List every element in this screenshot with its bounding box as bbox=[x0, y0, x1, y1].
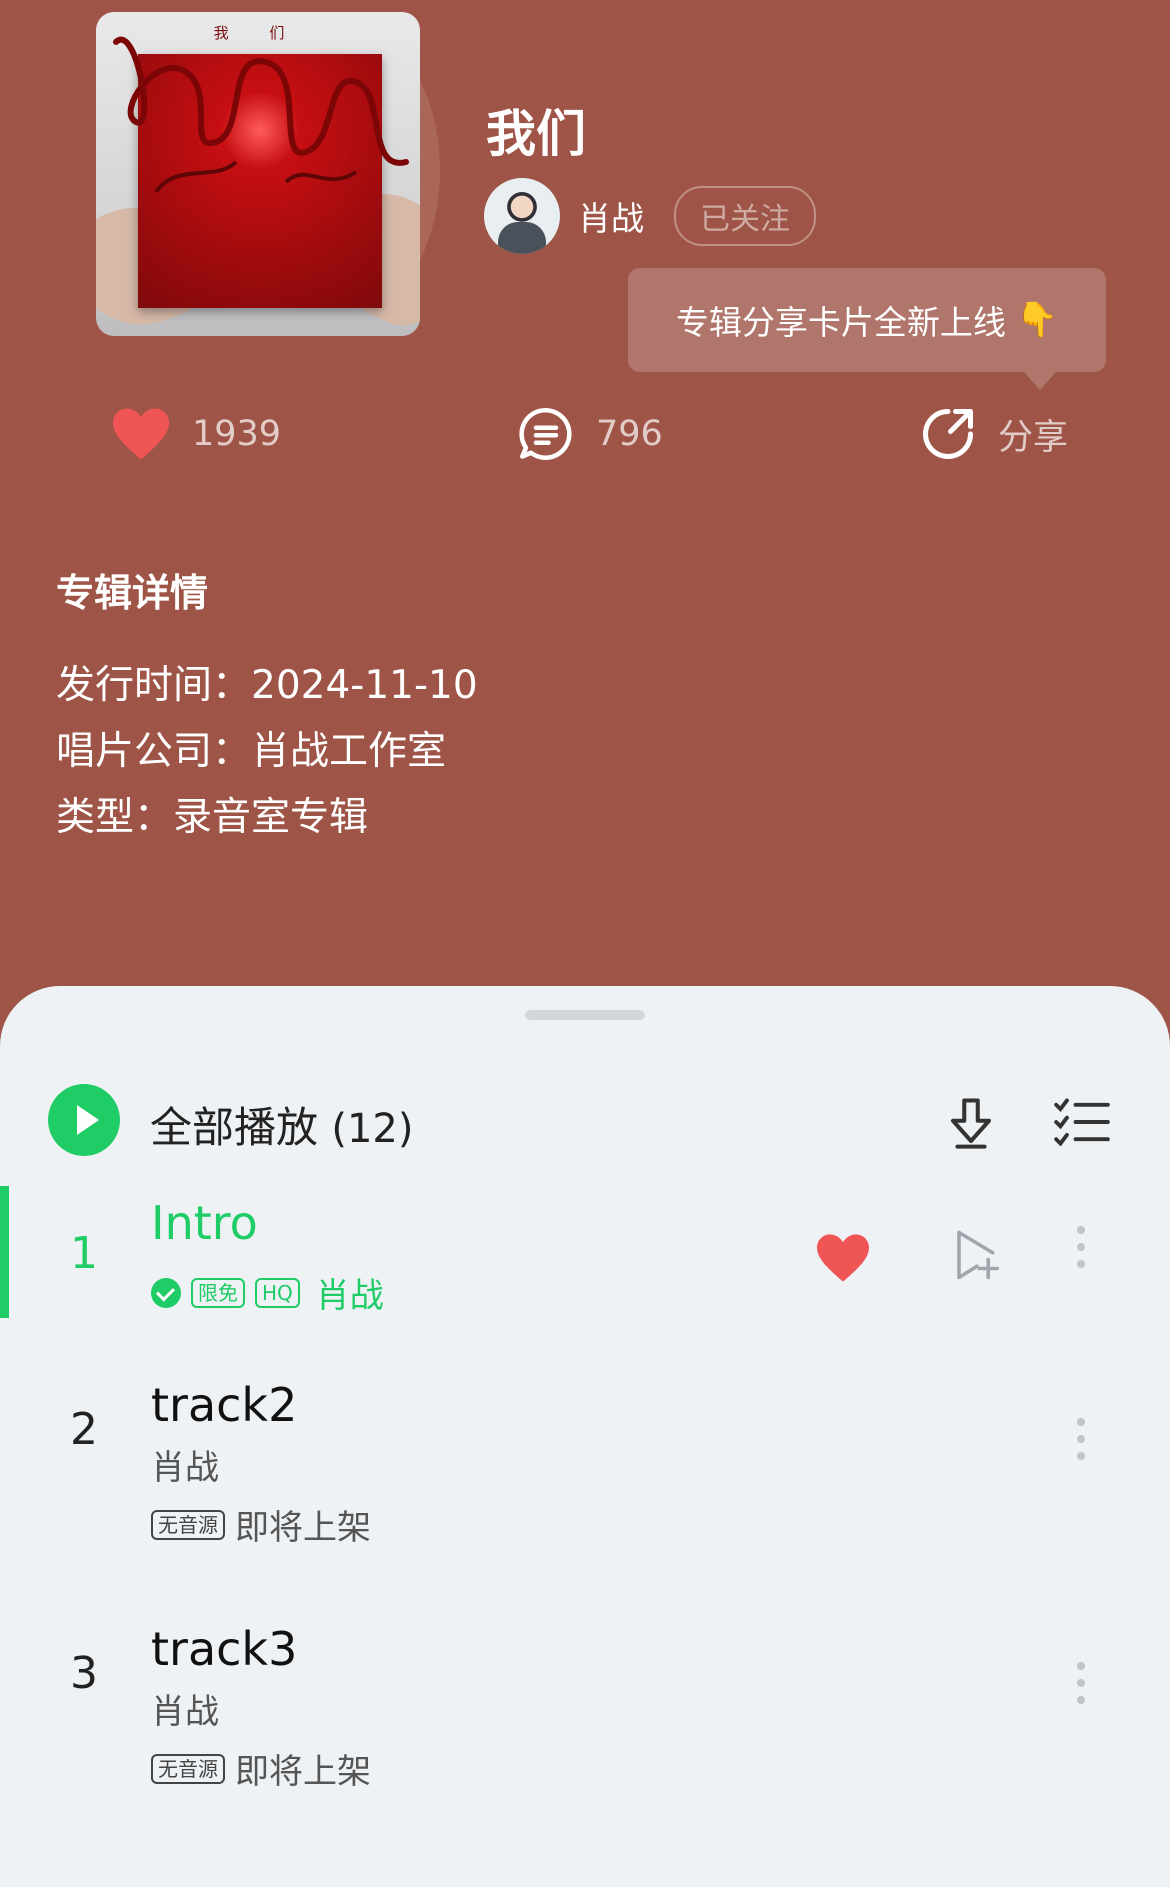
release-date: 发行时间：2024-11-10 bbox=[56, 663, 478, 708]
track-artist[interactable]: 肖战 bbox=[151, 1440, 219, 1489]
track-status: 即将上架 bbox=[235, 1508, 371, 1548]
share-label: 分享 bbox=[998, 417, 1069, 458]
track-row-3[interactable]: 3 track3 肖战 无音源 即将上架 bbox=[0, 1622, 1170, 1804]
album-stats: 1939 796 分享 bbox=[0, 396, 1170, 472]
comment-count: 796 bbox=[596, 414, 663, 454]
tracklist-sheet[interactable]: 全部播放 (12) 1 Intro 限免 HQ 肖战 2 track2 肖战 无… bbox=[0, 986, 1170, 1887]
more-options-icon[interactable] bbox=[1077, 1662, 1089, 1704]
play-all-button[interactable] bbox=[48, 1084, 120, 1156]
track-number: 1 bbox=[70, 1228, 98, 1279]
cover-title-text: 我 们 bbox=[213, 24, 303, 42]
follow-button[interactable]: 已关注 bbox=[674, 186, 816, 246]
album-details: 专辑详情 发行时间：2024-11-10 唱片公司：肖战工作室 类型：录音室专辑 bbox=[56, 562, 478, 851]
like-button[interactable]: 1939 bbox=[110, 396, 281, 472]
comment-icon bbox=[519, 407, 572, 460]
download-icon[interactable] bbox=[944, 1096, 998, 1150]
artist-row[interactable]: 肖战 已关注 bbox=[484, 178, 816, 254]
downloaded-check-icon bbox=[151, 1277, 181, 1308]
play-all-text: 全部播放 bbox=[150, 1103, 319, 1152]
multi-select-icon[interactable] bbox=[1054, 1098, 1110, 1146]
like-count: 1939 bbox=[192, 414, 282, 454]
tooltip-text: 专辑分享卡片全新上线 bbox=[675, 303, 1006, 342]
add-to-playlist-icon[interactable] bbox=[952, 1228, 1002, 1282]
comment-button[interactable]: 796 bbox=[516, 396, 663, 472]
track-row-1[interactable]: 1 Intro 限免 HQ 肖战 bbox=[0, 1186, 1170, 1318]
track-artist[interactable]: 肖战 bbox=[151, 1684, 219, 1733]
hq-tag: HQ bbox=[255, 1277, 300, 1308]
no-source-tag: 无音源 bbox=[151, 1509, 225, 1540]
track-count: (12) bbox=[331, 1106, 414, 1152]
share-icon bbox=[923, 409, 973, 459]
track-meta: 无音源 即将上架 bbox=[151, 1744, 371, 1793]
record-label: 唱片公司：肖战工作室 bbox=[56, 729, 447, 774]
track-title: track2 bbox=[151, 1378, 298, 1432]
track-row-2[interactable]: 2 track2 肖战 无音源 即将上架 bbox=[0, 1378, 1170, 1560]
heart-icon bbox=[113, 408, 169, 460]
share-card-tooltip[interactable]: 专辑分享卡片全新上线 👇 bbox=[628, 268, 1106, 390]
more-options-icon[interactable] bbox=[1077, 1418, 1089, 1460]
play-all-label[interactable]: 全部播放 (12) bbox=[150, 1094, 413, 1155]
album-type: 类型：录音室专辑 bbox=[56, 795, 369, 840]
cover-scribble bbox=[113, 36, 409, 194]
album-title: 我们 bbox=[486, 105, 586, 163]
track-artist[interactable]: 肖战 bbox=[316, 1268, 384, 1317]
more-options-icon[interactable] bbox=[1077, 1226, 1089, 1268]
liked-heart-icon[interactable] bbox=[814, 1232, 872, 1284]
track-title: track3 bbox=[151, 1622, 298, 1676]
track-number: 3 bbox=[70, 1648, 98, 1699]
track-number: 2 bbox=[70, 1404, 98, 1455]
sheet-drag-handle[interactable] bbox=[525, 1010, 645, 1020]
track-meta: 无音源 即将上架 bbox=[151, 1500, 371, 1549]
artist-name[interactable]: 肖战 bbox=[578, 192, 644, 240]
track-title: Intro bbox=[151, 1196, 258, 1250]
track-meta: 限免 HQ 肖战 bbox=[151, 1268, 384, 1317]
artist-avatar[interactable] bbox=[484, 178, 560, 254]
no-source-tag: 无音源 bbox=[151, 1753, 225, 1784]
album-header: 我 们 我们 肖战 已关注 专辑分享卡片全新上线 👇 1939 796 分享 专… bbox=[0, 0, 1170, 1000]
track-status: 即将上架 bbox=[235, 1752, 371, 1792]
play-all-row[interactable]: 全部播放 (12) bbox=[0, 1084, 1170, 1164]
share-button[interactable]: 分享 bbox=[918, 396, 1068, 472]
album-cover[interactable]: 我 们 bbox=[96, 12, 420, 336]
pointing-down-hand-icon: 👇 bbox=[1015, 300, 1059, 340]
details-heading: 专辑详情 bbox=[56, 571, 209, 615]
free-tag: 限免 bbox=[191, 1277, 245, 1308]
